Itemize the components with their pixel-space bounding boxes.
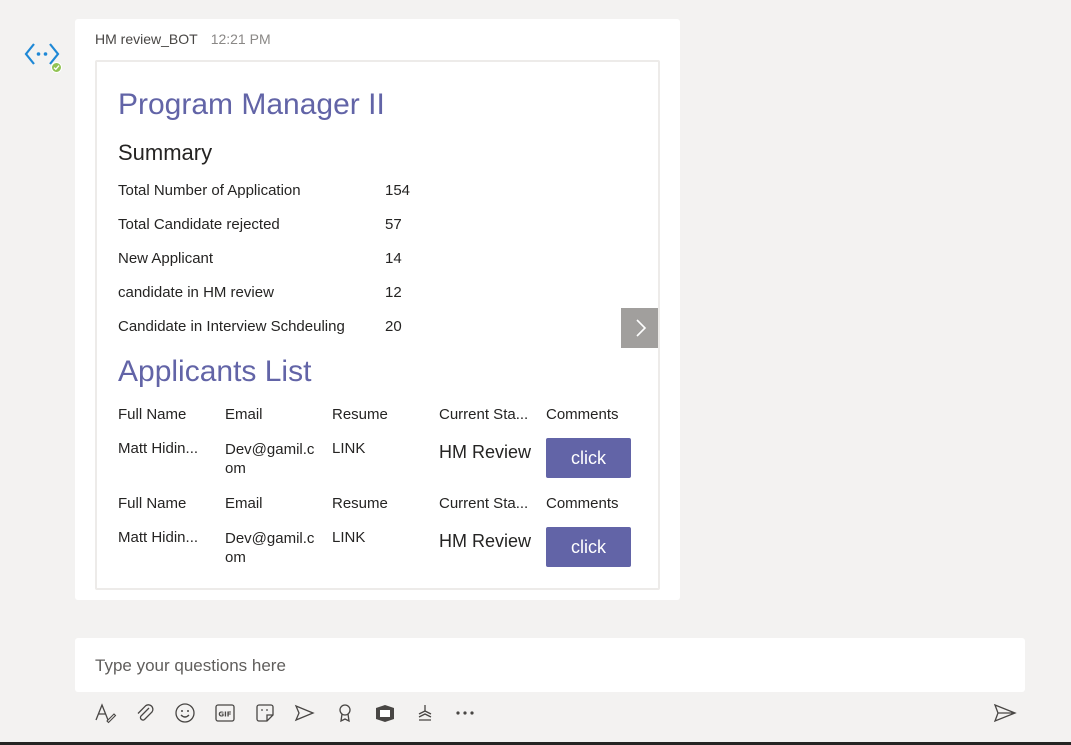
message-header: HM review_BOT 12:21 PM: [95, 31, 271, 47]
send-icon[interactable]: [993, 701, 1017, 725]
fact-label: New Applicant: [118, 250, 214, 267]
attach-icon[interactable]: [133, 701, 157, 725]
check-icon: [53, 65, 60, 71]
applicant-name: Matt Hidin...: [118, 529, 199, 546]
sticker-icon[interactable]: [253, 701, 277, 725]
bot-avatar[interactable]: [24, 38, 64, 78]
header-resume: Resume: [332, 406, 388, 423]
svg-text:GIF: GIF: [218, 711, 231, 719]
adaptive-card: Program Manager II Summary Total Number …: [95, 60, 660, 590]
comments-click-button[interactable]: click: [546, 527, 631, 567]
header-email: Email: [225, 495, 263, 512]
chevron-right-icon: [636, 319, 647, 337]
format-icon[interactable]: [93, 701, 117, 725]
sender-name[interactable]: HM review_BOT: [95, 31, 198, 47]
header-current-status: Current Sta...: [439, 495, 529, 512]
header-full-name: Full Name: [118, 495, 187, 512]
applicants-list-title: Applicants List: [118, 355, 312, 388]
card-title: Program Manager II: [118, 88, 385, 121]
fact-label: Candidate in Interview Schdeuling: [118, 318, 345, 335]
header-resume: Resume: [332, 495, 388, 512]
fact-label: Total Candidate rejected: [118, 216, 280, 233]
online-status-badge: [51, 62, 62, 73]
meet-icon[interactable]: [293, 701, 317, 725]
compose-box: [75, 638, 1025, 692]
fact-label: Total Number of Application: [118, 182, 301, 199]
fact-value: 12: [385, 284, 402, 301]
header-email: Email: [225, 406, 263, 423]
header-full-name: Full Name: [118, 406, 187, 423]
gif-icon[interactable]: GIF: [213, 701, 237, 725]
resume-link[interactable]: LINK: [332, 529, 365, 546]
bot-message: HM review_BOT 12:21 PM Program Manager I…: [75, 19, 680, 600]
app-icon[interactable]: [373, 701, 397, 725]
fact-value: 14: [385, 250, 402, 267]
praise-icon[interactable]: [333, 701, 357, 725]
applicant-name: Matt Hidin...: [118, 440, 199, 457]
applicant-status: HM Review: [439, 442, 532, 462]
applicant-email: Dev@gamil.com: [225, 530, 315, 566]
stream-icon[interactable]: [413, 701, 437, 725]
compose-input[interactable]: [95, 656, 995, 676]
header-comments: Comments: [546, 406, 619, 423]
applicant-email: Dev@gamil.com: [225, 441, 315, 477]
header-current-status: Current Sta...: [439, 406, 529, 423]
comments-click-button[interactable]: click: [546, 438, 631, 478]
applicant-status: HM Review: [439, 531, 532, 551]
message-time: 12:21 PM: [210, 31, 271, 47]
more-icon[interactable]: [453, 701, 477, 725]
resume-link[interactable]: LINK: [332, 440, 365, 457]
fact-value: 57: [385, 216, 402, 233]
emoji-icon[interactable]: [173, 701, 197, 725]
fact-value: 154: [385, 182, 411, 199]
carousel-next-button[interactable]: [621, 308, 658, 348]
summary-title: Summary: [118, 140, 213, 165]
header-comments: Comments: [546, 495, 619, 512]
fact-label: candidate in HM review: [118, 284, 274, 301]
fact-value: 20: [385, 318, 402, 335]
